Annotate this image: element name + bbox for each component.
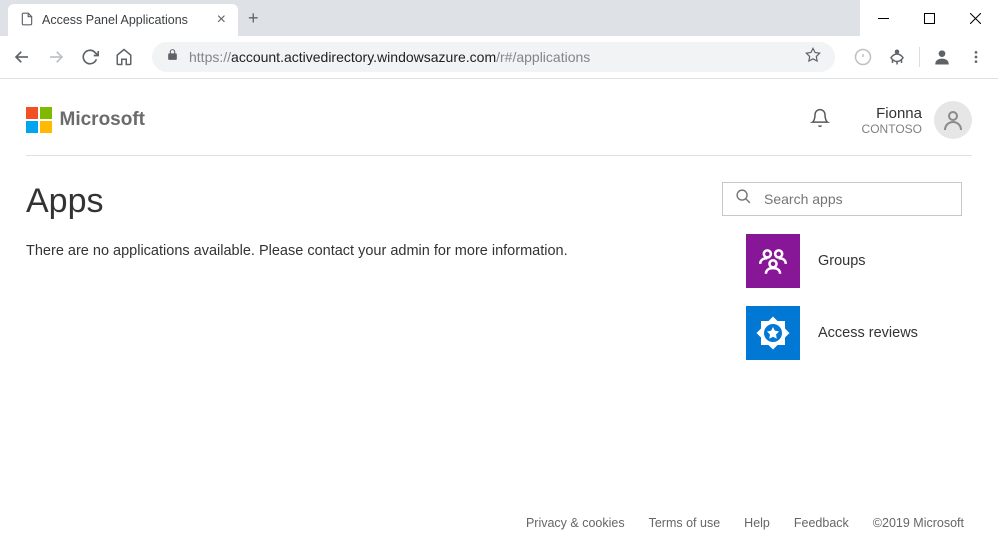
maximize-button[interactable]	[906, 0, 952, 36]
microsoft-logo[interactable]: Microsoft	[26, 107, 145, 133]
user-org: CONTOSO	[862, 122, 922, 136]
browser-tab[interactable]: Access Panel Applications ×	[8, 4, 238, 36]
footer-link-help[interactable]: Help	[744, 516, 770, 530]
access-reviews-link[interactable]: Access reviews	[746, 306, 972, 360]
page-header: Microsoft Fionna CONTOSO	[26, 91, 972, 156]
footer-link-privacy[interactable]: Privacy & cookies	[526, 516, 625, 530]
user-menu[interactable]: Fionna CONTOSO	[862, 101, 972, 139]
logo-icon	[26, 107, 52, 133]
viewport[interactable]: Microsoft Fionna CONTOSO Apps	[0, 79, 998, 548]
brand-text: Microsoft	[60, 109, 146, 131]
user-name: Fionna	[862, 105, 922, 122]
notifications-icon[interactable]	[810, 107, 830, 134]
page: Microsoft Fionna CONTOSO Apps	[0, 79, 998, 548]
forward-button	[44, 45, 68, 69]
reload-button[interactable]	[78, 45, 102, 69]
page-icon	[20, 12, 34, 29]
groups-icon	[746, 234, 800, 288]
footer-link-terms[interactable]: Terms of use	[649, 516, 721, 530]
profile-icon[interactable]	[930, 45, 954, 69]
copyright: ©2019 Microsoft	[873, 516, 964, 530]
address-bar[interactable]: https://account.activedirectory.windowsa…	[152, 42, 835, 72]
browser-toolbar: https://account.activedirectory.windowsa…	[0, 36, 998, 78]
tab-title: Access Panel Applications	[42, 13, 188, 27]
search-box[interactable]	[722, 182, 962, 216]
url-text: https://account.activedirectory.windowsa…	[189, 49, 590, 65]
tab-bar: Access Panel Applications × +	[0, 0, 998, 36]
window-controls	[860, 0, 998, 36]
extension-icon[interactable]	[885, 45, 909, 69]
home-button[interactable]	[112, 45, 136, 69]
groups-link[interactable]: Groups	[746, 234, 972, 288]
new-tab-button[interactable]: +	[248, 8, 259, 29]
bookmark-icon[interactable]	[805, 47, 821, 68]
browser-chrome: Access Panel Applications × + https://ac…	[0, 0, 998, 79]
back-button[interactable]	[10, 45, 34, 69]
access-reviews-label: Access reviews	[818, 325, 918, 341]
lock-icon	[166, 48, 179, 66]
toolbar-separator	[919, 47, 920, 67]
minimize-button[interactable]	[860, 0, 906, 36]
avatar	[934, 101, 972, 139]
page-title: Apps	[26, 182, 722, 221]
search-icon	[735, 188, 752, 210]
menu-icon[interactable]	[964, 45, 988, 69]
page-footer: Privacy & cookies Terms of use Help Feed…	[526, 516, 964, 530]
empty-state-message: There are no applications available. Ple…	[26, 243, 722, 259]
footer-link-feedback[interactable]: Feedback	[794, 516, 849, 530]
access-reviews-icon	[746, 306, 800, 360]
groups-label: Groups	[818, 253, 866, 269]
close-window-button[interactable]	[952, 0, 998, 36]
main-content: Apps There are no applications available…	[26, 156, 972, 378]
extension-info-icon[interactable]	[851, 45, 875, 69]
search-input[interactable]	[764, 191, 949, 207]
close-tab-icon[interactable]: ×	[217, 11, 226, 29]
